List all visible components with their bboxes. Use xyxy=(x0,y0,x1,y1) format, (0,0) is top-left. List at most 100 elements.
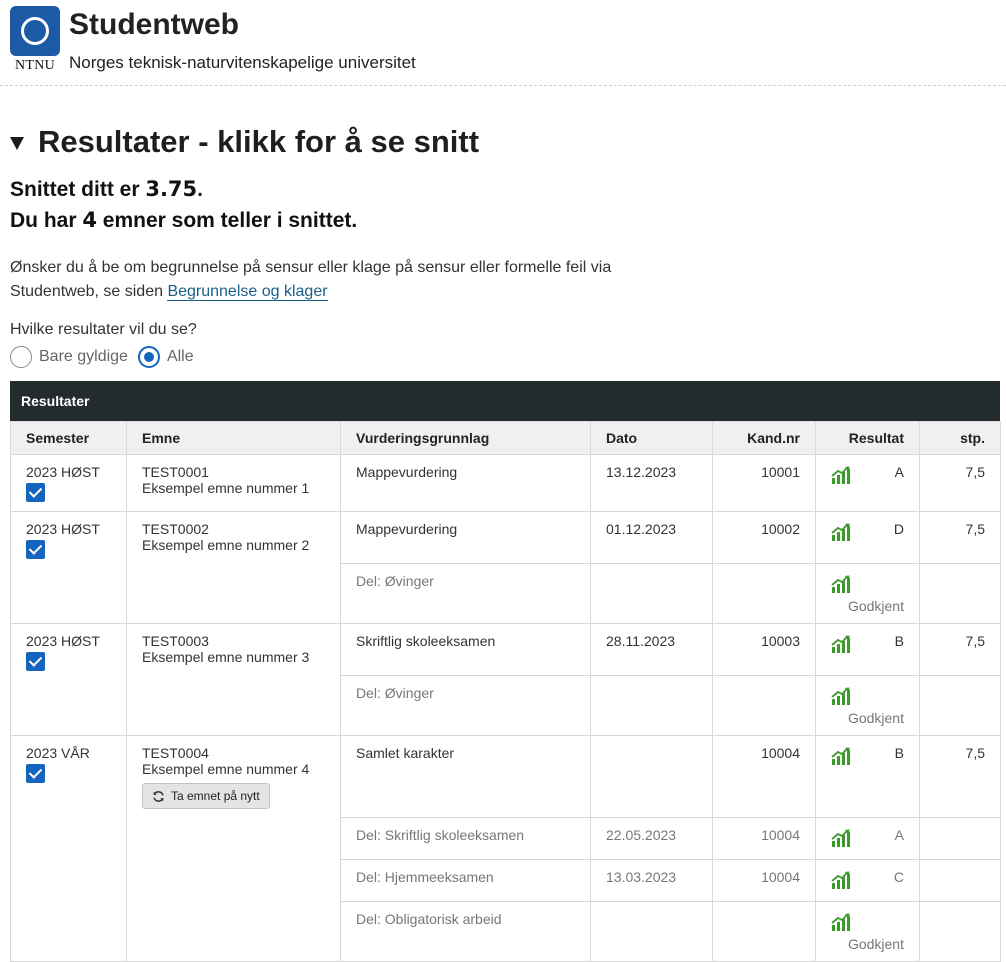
results-table-wrap: Resultater Semester Emne Vurderingsgrunn… xyxy=(10,381,1001,962)
results-section-toggle[interactable]: Resultater - klikk for å se snitt xyxy=(10,124,479,160)
radio-label-alle[interactable]: Alle xyxy=(167,348,194,366)
candidate-cell: 10001 xyxy=(712,454,816,512)
credits-cell xyxy=(919,675,1001,736)
date-cell xyxy=(590,675,713,736)
radio-bare-gyldige[interactable] xyxy=(10,346,32,368)
candidate-cell xyxy=(712,563,816,624)
average-prefix: Snittet ditt er xyxy=(10,178,146,201)
result-cell: A xyxy=(815,454,920,512)
col-semester[interactable]: Semester xyxy=(10,421,127,455)
course-code: TEST0004 xyxy=(142,745,209,761)
refresh-icon xyxy=(153,790,164,802)
grade-statistics-icon[interactable] xyxy=(831,913,851,931)
date-cell: 13.03.2023 xyxy=(590,859,713,902)
filter-question: Hvilke resultater vil du se? xyxy=(10,321,197,338)
credits-cell: 7,5 xyxy=(919,511,1001,564)
semester-cell: 2023 HØST xyxy=(10,454,127,512)
count-suffix: emner som teller i snittet. xyxy=(96,209,358,232)
col-resultat[interactable]: Resultat xyxy=(815,421,920,455)
basis-cell: Skriftlig skoleeksamen xyxy=(340,623,591,676)
grade: B xyxy=(894,745,904,761)
col-emne[interactable]: Emne xyxy=(126,421,341,455)
radio-label-bare-gyldige[interactable]: Bare gyldige xyxy=(39,348,128,366)
appeal-info: Ønsker du å be om begrunnelse på sensur … xyxy=(10,256,650,304)
grade: B xyxy=(894,633,904,649)
include-in-average-checkbox[interactable] xyxy=(26,652,45,671)
course-code: TEST0001 xyxy=(142,464,209,480)
col-stp[interactable]: stp. xyxy=(919,421,1001,455)
ntnu-logo-text: NTNU xyxy=(14,58,56,73)
filter-radio-group: Bare gyldige Alle xyxy=(10,346,204,368)
grade: C xyxy=(893,869,904,885)
course-count-line: Du har 4 emner som teller i snittet. xyxy=(10,208,357,233)
section-title: Resultater - klikk for å se snitt xyxy=(38,124,480,159)
grade-statistics-icon[interactable] xyxy=(831,575,851,593)
count-prefix: Du har xyxy=(10,209,83,232)
semester-text: 2023 HØST xyxy=(26,633,100,649)
semester-cell: 2023 HØST xyxy=(10,511,127,624)
basis-cell: Del: Øvinger xyxy=(340,675,591,736)
include-in-average-checkbox[interactable] xyxy=(26,764,45,783)
date-cell: 28.11.2023 xyxy=(590,623,713,676)
date-cell xyxy=(590,563,713,624)
col-vurderingsgrunnlag[interactable]: Vurderingsgrunnlag xyxy=(340,421,591,455)
date-cell: 22.05.2023 xyxy=(590,817,713,860)
semester-text: 2023 HØST xyxy=(26,521,100,537)
average-line: Snittet ditt er 3.75. xyxy=(10,177,203,202)
average-value: 3.75 xyxy=(145,177,198,201)
basis-cell: Mappevurdering xyxy=(340,454,591,512)
candidate-cell: 10004 xyxy=(712,735,816,818)
ntnu-logo-mark xyxy=(10,6,60,56)
radio-alle[interactable] xyxy=(137,346,160,368)
credits-cell: 7,5 xyxy=(919,735,1001,818)
retake-course-label: Ta emnet på nytt xyxy=(171,789,260,803)
result-cell: A xyxy=(815,817,920,860)
retake-course-button[interactable]: Ta emnet på nytt xyxy=(142,783,270,809)
include-in-average-checkbox[interactable] xyxy=(26,483,45,502)
appeal-link[interactable]: Begrunnelse og klager xyxy=(167,283,328,301)
semester-text: 2023 VÅR xyxy=(26,745,90,761)
course-cell: TEST0003 Eksempel emne nummer 3 xyxy=(126,623,341,736)
grade-statistics-icon[interactable] xyxy=(831,829,851,847)
credits-cell: 7,5 xyxy=(919,623,1001,676)
semester-cell: 2023 VÅR xyxy=(10,735,127,962)
grade-statistics-icon[interactable] xyxy=(831,687,851,705)
collapse-triangle-icon xyxy=(10,136,24,150)
grade-statistics-icon[interactable] xyxy=(831,635,851,653)
ntnu-logo[interactable]: NTNU xyxy=(10,6,60,74)
app-title: Studentweb xyxy=(69,8,239,41)
basis-cell: Del: Hjemmeeksamen xyxy=(340,859,591,902)
grade: Godkjent xyxy=(847,936,904,952)
date-cell: 13.12.2023 xyxy=(590,454,713,512)
candidate-cell: 10003 xyxy=(712,623,816,676)
result-cell: Godkjent xyxy=(815,675,920,736)
course-code: TEST0003 xyxy=(142,633,209,649)
credits-cell: 7,5 xyxy=(919,454,1001,512)
col-kandnr[interactable]: Kand.nr xyxy=(712,421,816,455)
candidate-cell: 10004 xyxy=(712,817,816,860)
course-cell: TEST0002 Eksempel emne nummer 2 xyxy=(126,511,341,624)
grade-statistics-icon[interactable] xyxy=(831,466,851,484)
grade-statistics-icon[interactable] xyxy=(831,747,851,765)
include-in-average-checkbox[interactable] xyxy=(26,540,45,559)
grade: D xyxy=(893,521,904,537)
result-cell: Godkjent xyxy=(815,563,920,624)
result-cell: D xyxy=(815,511,920,564)
table-caption: Resultater xyxy=(10,381,1000,421)
result-cell: B xyxy=(815,623,920,676)
course-code: TEST0002 xyxy=(142,521,209,537)
col-dato[interactable]: Dato xyxy=(590,421,713,455)
credits-cell xyxy=(919,859,1001,902)
course-name: Eksempel emne nummer 2 xyxy=(142,537,310,553)
table-row: 2023 HØST TEST0001 Eksempel emne nummer … xyxy=(10,454,1001,512)
grade: A xyxy=(894,464,904,480)
semester-cell: 2023 HØST xyxy=(10,623,127,736)
course-name: Eksempel emne nummer 3 xyxy=(142,649,310,665)
grade-statistics-icon[interactable] xyxy=(831,523,851,541)
grade-statistics-icon[interactable] xyxy=(831,871,851,889)
credits-cell xyxy=(919,817,1001,860)
basis-cell: Mappevurdering xyxy=(340,511,591,564)
course-count: 4 xyxy=(82,208,97,232)
grade: A xyxy=(894,827,904,843)
date-cell: 01.12.2023 xyxy=(590,511,713,564)
